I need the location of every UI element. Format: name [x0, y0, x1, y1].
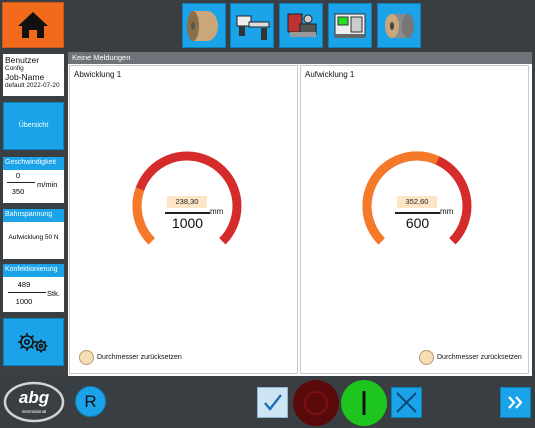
message-text: Keine Meldungen — [72, 53, 131, 62]
next-page-button[interactable] — [500, 387, 531, 418]
job-name-value: default 2022-07-20 — [5, 82, 60, 89]
settings-button[interactable] — [3, 318, 64, 366]
tool-button-converting[interactable] — [328, 3, 372, 48]
cancel-button[interactable] — [391, 387, 422, 418]
overview-button[interactable]: Übersicht — [3, 102, 64, 150]
unwind-gauge-fill — [132, 187, 155, 245]
confection-current: 489 — [17, 280, 31, 289]
unwind-divider — [165, 212, 210, 214]
tension-panel: Bahnspannung Aufwicklung 50 N — [3, 209, 64, 259]
home-button[interactable] — [2, 2, 64, 48]
cutter-module-icon — [287, 13, 317, 37]
tool-button-rewinder[interactable] — [377, 3, 421, 48]
tool-button-cutter[interactable] — [279, 3, 323, 48]
speed-unit: m/min — [37, 180, 58, 189]
confection-unit: Stk. — [47, 289, 60, 298]
rewind-reset-button[interactable] — [419, 350, 434, 365]
rewind-max-value[interactable]: 600 — [390, 215, 445, 231]
tool-button-web-guide[interactable] — [230, 3, 274, 48]
roll-unwinder-icon — [187, 11, 218, 41]
rewinder-icon — [385, 14, 414, 38]
confection-divider — [8, 292, 46, 293]
tension-title: Bahnspannung — [3, 209, 64, 222]
confection-panel: Konfektionierung 489 1000 Stk. — [3, 264, 64, 312]
job-name-label: Job-Name — [5, 72, 45, 82]
rewind-reset-label: Durchmesser zurücksetzen — [437, 354, 522, 361]
close-icon — [396, 392, 417, 413]
web-guide-icon — [236, 15, 270, 40]
rewind-reset-row[interactable]: Durchmesser zurücksetzen — [419, 350, 522, 365]
unwind-current-value: 238,30 — [167, 196, 207, 208]
overview-label: Übersicht — [18, 122, 49, 129]
rewind-unit: mm — [440, 207, 454, 216]
rewind-divider — [395, 212, 440, 214]
tension-value[interactable]: Aufwicklung 50 N — [3, 234, 64, 241]
speed-panel: Geschwindigkeit 0 350 m/min — [3, 157, 64, 203]
stop-button[interactable] — [293, 380, 339, 426]
unwind-reset-row[interactable]: Durchmesser zurücksetzen — [79, 350, 182, 365]
user-info-panel: Benutzer Config Job-Name default 2022-07… — [3, 54, 64, 96]
unwind-reset-button[interactable] — [79, 350, 94, 365]
reset-r-label: R — [84, 392, 97, 411]
start-button[interactable] — [341, 380, 387, 426]
abg-logo-sub: international — [21, 409, 47, 414]
unwind-unit: mm — [210, 207, 224, 216]
speed-divider — [7, 182, 35, 183]
converting-module-icon — [334, 13, 366, 38]
unwind-max-value[interactable]: 1000 — [160, 215, 215, 231]
tool-button-unwinder[interactable] — [182, 3, 226, 48]
confection-target[interactable]: 1000 — [3, 297, 45, 306]
unwind-reset-label: Durchmesser zurücksetzen — [97, 354, 182, 361]
confection-title: Konfektionierung — [3, 264, 64, 277]
speed-current: 0 — [15, 171, 21, 180]
stop-circle-icon — [304, 391, 328, 415]
user-role: Config — [5, 65, 24, 72]
speed-target[interactable]: 350 — [3, 187, 33, 196]
power-on-icon — [362, 391, 366, 415]
rewind-current-value: 352,60 — [397, 196, 437, 208]
reset-r-button[interactable]: R — [75, 386, 106, 417]
confirm-button[interactable] — [257, 387, 288, 418]
checkmark-icon — [264, 394, 282, 411]
home-icon — [18, 12, 48, 38]
abg-logo-text: abg — [18, 388, 50, 407]
user-label: Benutzer — [5, 55, 40, 65]
speed-title: Geschwindigkeit — [3, 157, 64, 170]
double-chevron-right-icon — [508, 396, 523, 409]
gears-icon — [18, 333, 48, 353]
abg-logo: abg international — [3, 380, 65, 424]
rewind-card: Aufwicklung 1 352,60 600 mm Durchmesser … — [300, 65, 529, 374]
unwind-card: Abwicklung 1 238,30 1000 mm Durchmesser … — [69, 65, 298, 374]
message-bar: Keine Meldungen — [68, 52, 532, 64]
